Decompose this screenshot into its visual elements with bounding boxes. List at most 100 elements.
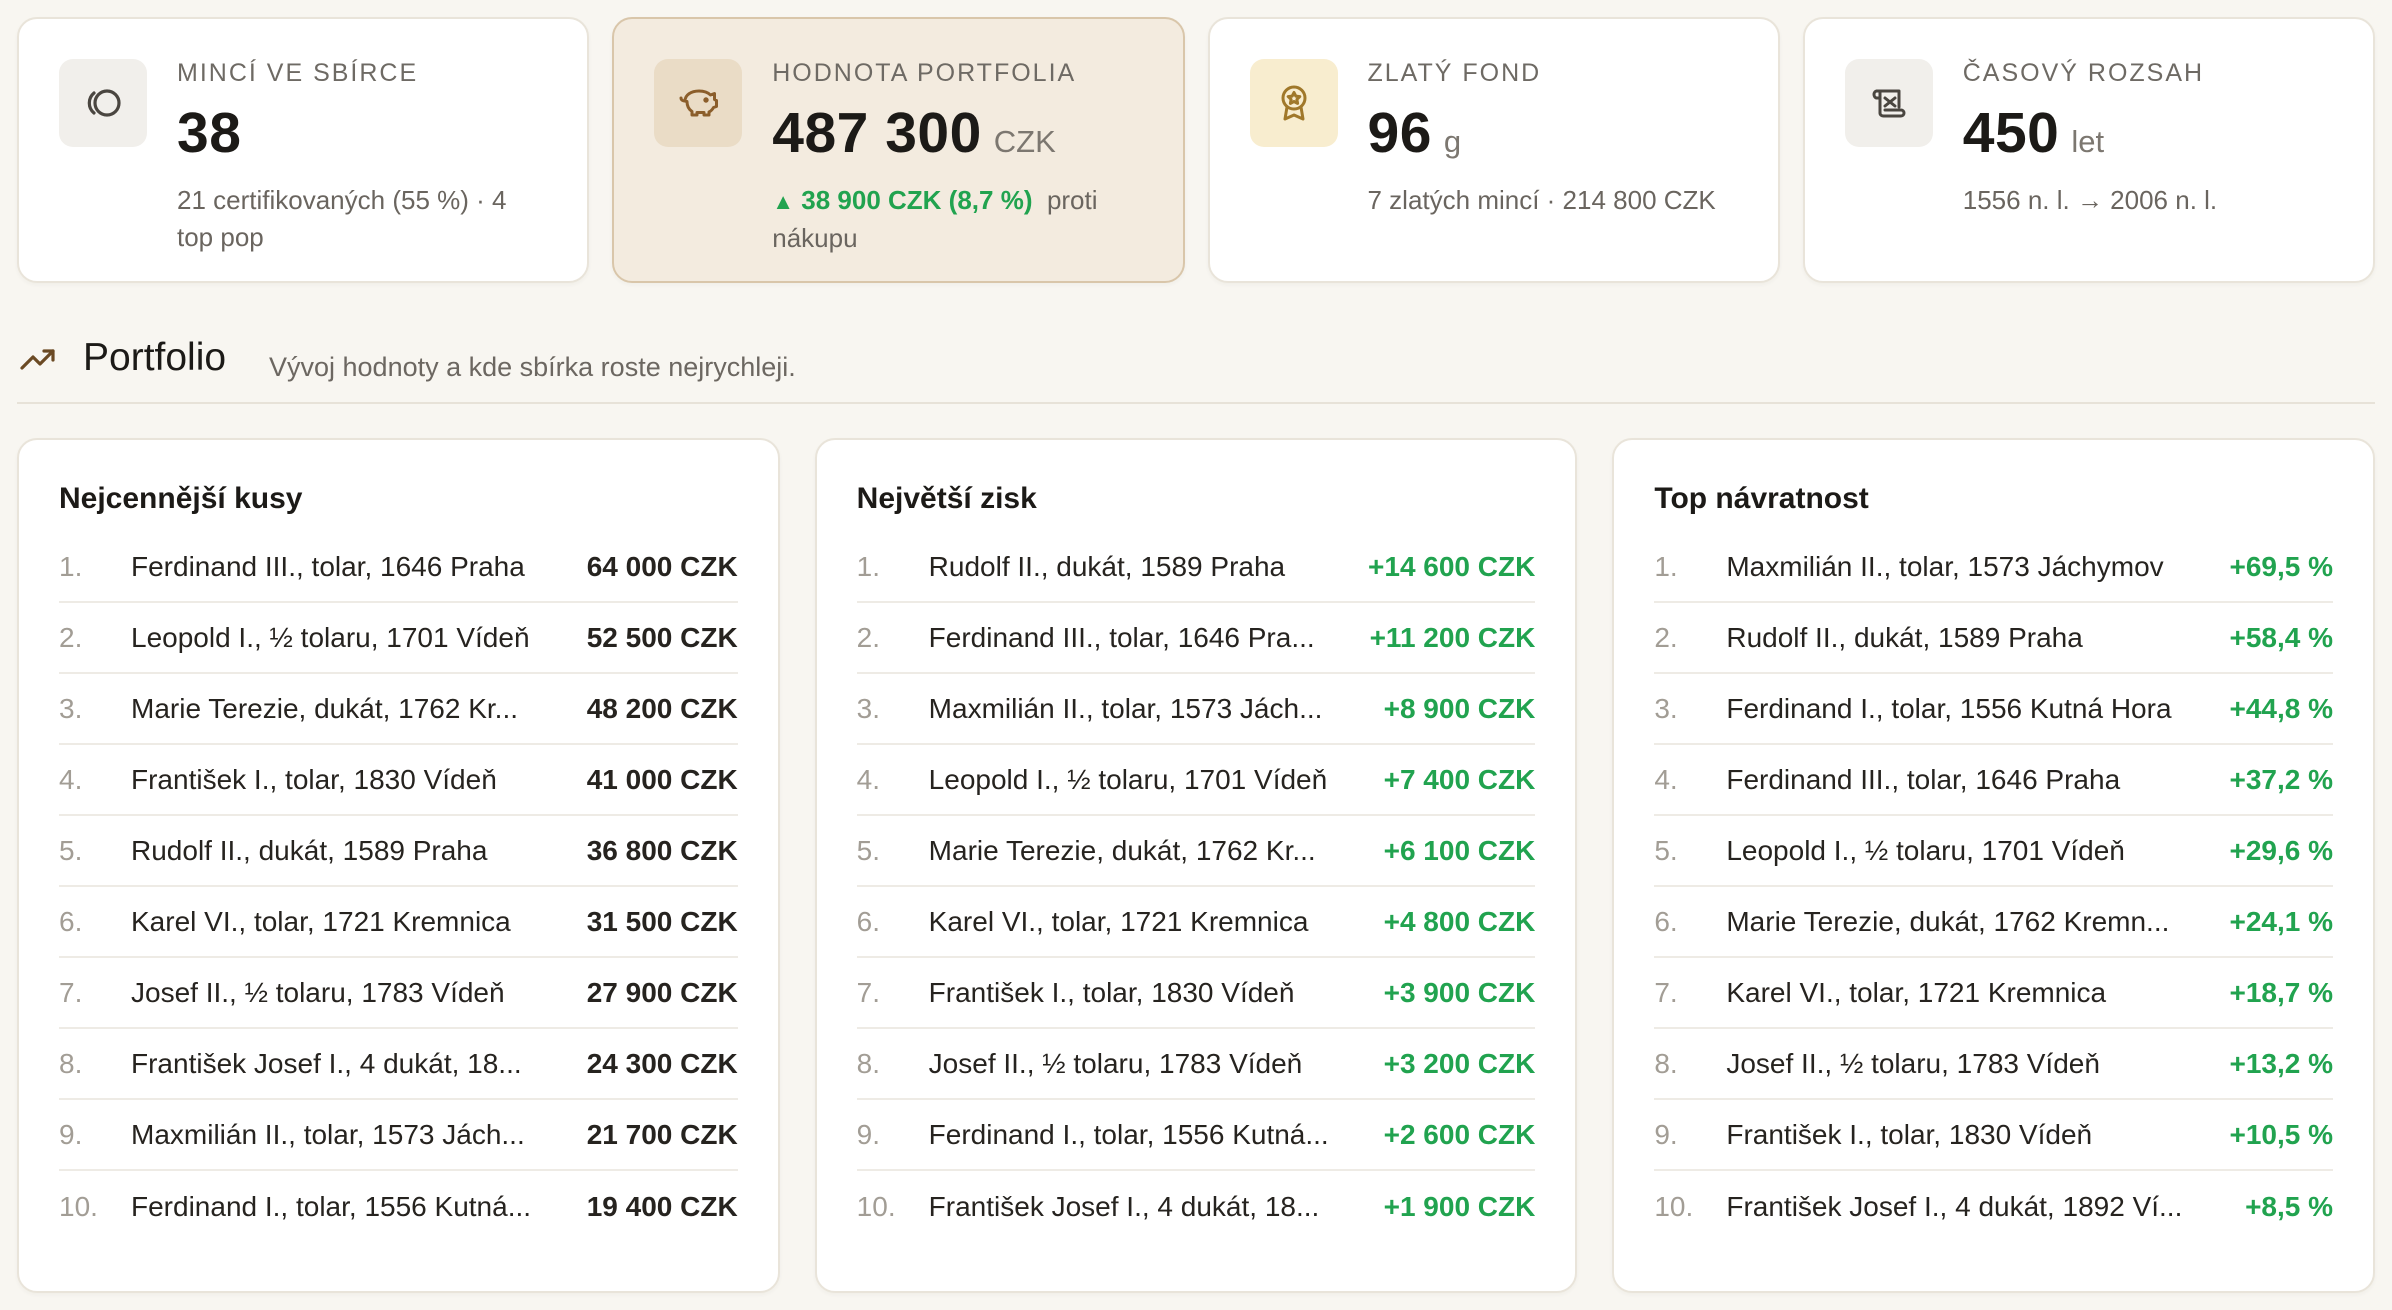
item-rank: 8. (1654, 1047, 1678, 1079)
item-name: Marie Terezie, dukát, 1762 Kr... (131, 692, 519, 724)
list-item[interactable]: 2. Ferdinand III., tolar, 1646 Pra... +11 … (856, 603, 1536, 674)
list-item[interactable]: 9. Maxmilián II., tolar, 1573 Jách... 21 7… (59, 1100, 738, 1171)
item-name: František I., tolar, 1830 Vídeň (1726, 1118, 2093, 1150)
stat-card-gold: ZLATÝ FOND 96 g 7 zlatých mincí · 214 80… (1207, 17, 1780, 283)
list-item[interactable]: 2. Leopold I., ½ tolaru, 1701 Vídeň 52 500… (59, 603, 738, 674)
item-rank: 5. (856, 834, 881, 866)
panel-top-return: Top návratnost 1. Maxmilián II., tolar, 1… (1612, 438, 2376, 1293)
list-item[interactable]: 1. Rudolf II., dukát, 1589 Praha +14 600 C… (856, 532, 1536, 603)
list-item[interactable]: 2. Rudolf II., dukát, 1589 Praha +58,4 % (1654, 603, 2334, 674)
item-rank: 4. (856, 763, 881, 795)
item-name: Ferdinand I., tolar, 1556 Kutná Hora (1726, 692, 2172, 724)
list-item[interactable]: 8. Josef II., ½ tolaru, 1783 Vídeň +13,2 % (1654, 1029, 2334, 1100)
stat-card-time-range: ČASOVÝ ROZSAH 450 let 1556 n. l. → 2006 … (1802, 17, 2375, 283)
list-item[interactable]: 8. Josef II., ½ tolaru, 1783 Vídeň +3 200 … (856, 1029, 1536, 1100)
trending-up-icon (20, 349, 55, 370)
item-name: Rudolf II., dukát, 1589 Praha (1726, 621, 2083, 653)
list-item[interactable]: 10. František Josef I., 4 dukát, 1892 Ví.… (1654, 1171, 2333, 1242)
item-value: +13,2 % (2229, 1047, 2334, 1079)
list-item[interactable]: 1. Maxmilián II., tolar, 1573 Jáchymov +69… (1654, 532, 2334, 603)
item-value: +3 900 CZK (1383, 976, 1536, 1008)
list-item[interactable]: 5. Rudolf II., dukát, 1589 Praha 36 800 CZ… (59, 816, 738, 887)
list-item[interactable]: 3. Maxmilián II., tolar, 1573 Jách... +8 9… (856, 674, 1536, 745)
item-rank: 10. (856, 1190, 896, 1222)
list-item[interactable]: 7. Josef II., ½ tolaru, 1783 Vídeň 27 900 … (59, 958, 738, 1029)
stat-label: HODNOTA PORTFOLIA (772, 59, 1077, 87)
item-rank: 7. (1654, 976, 1678, 1008)
item-rank: 2. (59, 621, 83, 653)
panel-biggest-gain: Největší zisk 1. Rudolf II., dukát, 1589 … (814, 438, 1578, 1293)
scroll-icon (1844, 59, 1933, 147)
item-name: František Josef I., 4 dukát, 1892 Ví... (1726, 1190, 2183, 1222)
gain-value: 38 900 CZK (8,7 %) (801, 185, 1033, 215)
item-name: Leopold I., ½ tolaru, 1701 Vídeň (1726, 834, 2125, 866)
item-rank: 6. (856, 905, 881, 937)
item-rank: 1. (59, 550, 83, 582)
item-name: Josef II., ½ tolaru, 1783 Vídeň (131, 976, 505, 1008)
list-item[interactable]: 10. Ferdinand I., tolar, 1556 Kutná... 19 … (59, 1171, 738, 1242)
item-rank: 4. (59, 763, 83, 795)
list-item[interactable]: 5. Leopold I., ½ tolaru, 1701 Vídeň +29,6 … (1654, 816, 2334, 887)
list-item[interactable]: 9. František I., tolar, 1830 Vídeň +10,5 % (1654, 1100, 2334, 1171)
item-name: Ferdinand III., tolar, 1646 Praha (1726, 763, 2121, 795)
list-item[interactable]: 1. Ferdinand III., tolar, 1646 Praha 64 00… (59, 532, 738, 603)
list-item[interactable]: 4. Ferdinand III., tolar, 1646 Praha +37,2… (1654, 745, 2334, 816)
item-value: +29,6 % (2229, 834, 2334, 866)
item-value: +6 100 CZK (1383, 834, 1536, 866)
stat-label: MINCÍ VE SBÍRCE (177, 59, 419, 87)
item-value: 19 400 CZK (586, 1190, 738, 1222)
item-rank: 7. (856, 976, 881, 1008)
item-rank: 3. (1654, 692, 1678, 724)
item-name: Maxmilián II., tolar, 1573 Jách... (928, 692, 1323, 724)
item-rank: 7. (59, 976, 83, 1008)
portfolio-section-header: Portfolio Vývoj hodnoty a kde sbírka ros… (17, 332, 2375, 404)
portfolio-panels: Nejcennější kusy 1. Ferdinand III., tolar… (17, 438, 2376, 1293)
list-item[interactable]: 5. Marie Terezie, dukát, 1762 Kr... +6 100… (856, 816, 1536, 887)
list-item[interactable]: 3. Marie Terezie, dukát, 1762 Kr... 48 200… (59, 674, 738, 745)
list-item[interactable]: 10. František Josef I., 4 dukát, 18... +1 … (857, 1171, 1536, 1242)
item-name: Rudolf II., dukát, 1589 Praha (131, 834, 488, 866)
item-rank: 9. (856, 1118, 881, 1150)
item-name: František I., tolar, 1830 Vídeň (131, 763, 497, 795)
dashboard-page: MINCÍ VE SBÍRCE 38 21 certifikovaných (5… (0, 0, 2392, 1310)
list-item[interactable]: 8. František Josef I., 4 dukát, 18... 24 3… (59, 1029, 738, 1100)
item-value: 64 000 CZK (586, 550, 738, 582)
item-name: Ferdinand I., tolar, 1556 Kutná... (928, 1118, 1329, 1150)
list-item[interactable]: 9. Ferdinand I., tolar, 1556 Kutná... +2 6… (856, 1100, 1536, 1171)
list-item[interactable]: 6. Karel VI., tolar, 1721 Kremnica +4 800 … (856, 887, 1536, 958)
list-item[interactable]: 6. Marie Terezie, dukát, 1762 Kremn... +24… (1654, 887, 2334, 958)
item-name: Karel VI., tolar, 1721 Kremnica (928, 905, 1309, 937)
stat-subtext: ▲ 38 900 CZK (8,7 %) proti nákupu (772, 182, 1142, 257)
list-item[interactable]: 6. Karel VI., tolar, 1721 Kremnica 31 500 … (59, 887, 738, 958)
item-name: Marie Terezie, dukát, 1762 Kr... (928, 834, 1316, 866)
item-name: Leopold I., ½ tolaru, 1701 Vídeň (928, 763, 1328, 795)
list-item[interactable]: 4. Leopold I., ½ tolaru, 1701 Vídeň +7 400… (856, 745, 1536, 816)
item-rank: 2. (856, 621, 881, 653)
stat-value: 38 (177, 101, 242, 165)
item-value: 36 800 CZK (586, 834, 738, 866)
item-value: 41 000 CZK (586, 763, 738, 795)
coins-icon (59, 59, 147, 147)
item-name: Josef II., ½ tolaru, 1783 Vídeň (928, 1047, 1303, 1079)
list-item[interactable]: 7. František I., tolar, 1830 Vídeň +3 900 … (856, 958, 1536, 1029)
list-item[interactable]: 3. Ferdinand I., tolar, 1556 Kutná Hora +4… (1654, 674, 2334, 745)
item-value: +7 400 CZK (1383, 763, 1536, 795)
item-name: František Josef I., 4 dukát, 18... (131, 1047, 522, 1079)
stat-subtext: 7 zlatých mincí · 214 800 CZK (1367, 185, 1716, 215)
item-name: Maxmilián II., tolar, 1573 Jáchymov (1726, 550, 2164, 582)
item-name: Josef II., ½ tolaru, 1783 Vídeň (1726, 1047, 2100, 1079)
item-rank: 10. (1654, 1190, 1694, 1222)
list-item[interactable]: 4. František I., tolar, 1830 Vídeň 41 000 … (59, 745, 738, 816)
item-name: Ferdinand III., tolar, 1646 Praha (131, 550, 525, 582)
section-title: Portfolio (83, 336, 227, 379)
item-name: Leopold I., ½ tolaru, 1701 Vídeň (131, 621, 530, 653)
list-item[interactable]: 7. Karel VI., tolar, 1721 Kremnica +18,7 % (1654, 958, 2334, 1029)
stat-card-coins: MINCÍ VE SBÍRCE 38 21 certifikovaných (5… (17, 17, 590, 283)
stat-subtext: 1556 n. l. → 2006 n. l. (1962, 185, 2218, 215)
stat-value: 96 (1367, 101, 1432, 165)
item-value: +4 800 CZK (1383, 905, 1536, 937)
panel-title: Největší zisk (856, 482, 1037, 515)
item-rank: 6. (59, 905, 83, 937)
item-value: +3 200 CZK (1383, 1047, 1536, 1079)
item-value: +2 600 CZK (1383, 1118, 1536, 1150)
